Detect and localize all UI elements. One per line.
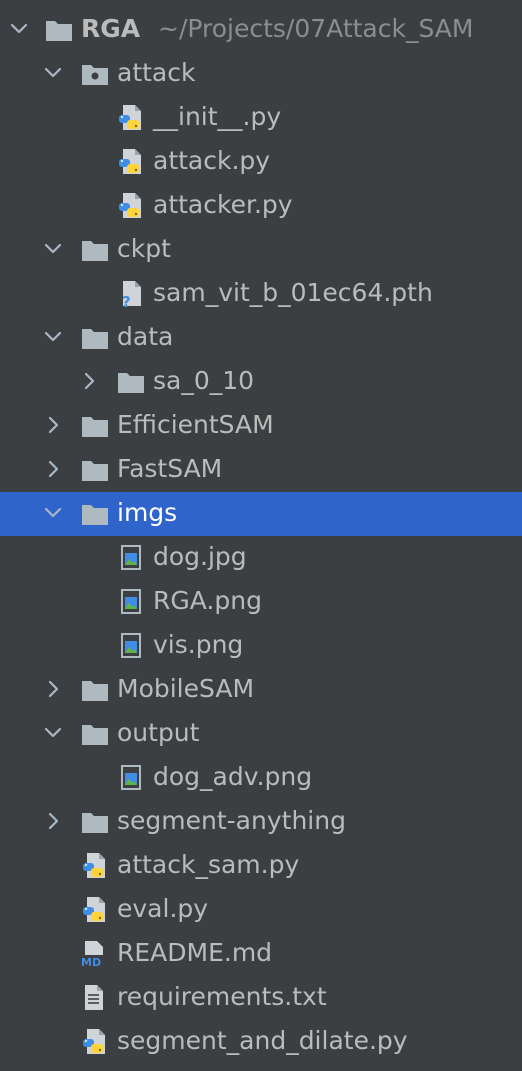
file-label: attacker.py	[153, 190, 293, 219]
tree-row-file[interactable]: eval.py	[0, 888, 522, 932]
tree-row-file[interactable]: requirements.txt	[0, 976, 522, 1020]
folder-icon	[80, 456, 110, 484]
folder-icon	[80, 412, 110, 440]
tree-row-file[interactable]: attack_sam.py	[0, 844, 522, 888]
chevron-down-icon[interactable]	[42, 62, 64, 84]
folder-icon	[80, 676, 110, 704]
folder-label: sa_0_10	[153, 366, 255, 395]
file-label: segment_and_dilate.py	[117, 1026, 408, 1055]
image-file-icon	[118, 544, 148, 572]
folder-label: imgs	[117, 498, 178, 527]
folder-icon	[44, 16, 74, 44]
chevron-down-icon[interactable]	[42, 502, 64, 524]
root-path: ~/Projects/07Attack_SAM	[158, 14, 474, 43]
tree-row-output[interactable]: output	[0, 712, 522, 756]
folder-label: MobileSAM	[117, 674, 255, 703]
tree-row-ckpt[interactable]: ckpt	[0, 228, 522, 272]
markdown-file-icon	[80, 940, 110, 968]
image-file-icon	[118, 632, 148, 660]
python-file-icon	[118, 192, 148, 220]
folder-label: segment-anything	[117, 806, 346, 835]
folder-label: output	[117, 718, 200, 747]
folder-label: EfficientSAM	[117, 410, 274, 439]
tree-row-attack[interactable]: attack	[0, 52, 522, 96]
tree-row-segment-anything[interactable]: segment-anything	[0, 800, 522, 844]
python-file-icon	[82, 1028, 112, 1056]
chevron-down-icon[interactable]	[42, 238, 64, 260]
file-label: __init__.py	[153, 102, 282, 131]
folder-label: ckpt	[117, 234, 171, 263]
file-label: requirements.txt	[117, 982, 327, 1011]
tree-row-file[interactable]: __init__.py	[0, 96, 522, 140]
tree-row-file[interactable]: README.md	[0, 932, 522, 976]
chevron-right-icon[interactable]	[42, 678, 64, 700]
chevron-right-icon[interactable]	[42, 458, 64, 480]
tree-row-efficientsam[interactable]: EfficientSAM	[0, 404, 522, 448]
image-file-icon	[118, 764, 148, 792]
chevron-down-icon[interactable]	[42, 326, 64, 348]
project-tree[interactable]: RGA ~/Projects/07Attack_SAM attack __ini…	[0, 8, 522, 1064]
tree-row-sa_0_10[interactable]: sa_0_10	[0, 360, 522, 404]
folder-icon	[80, 808, 110, 836]
file-label: sam_vit_b_01ec64.pth	[153, 278, 433, 307]
tree-row-file[interactable]: dog_adv.png	[0, 756, 522, 800]
image-file-icon	[118, 588, 148, 616]
root-name: RGA	[81, 14, 141, 43]
folder-icon	[80, 236, 110, 264]
python-file-icon	[82, 852, 112, 880]
file-label: RGA.png	[153, 586, 262, 615]
chevron-right-icon[interactable]	[42, 414, 64, 436]
file-label: eval.py	[117, 894, 209, 923]
tree-row-file[interactable]: sam_vit_b_01ec64.pth	[0, 272, 522, 316]
tree-row-data[interactable]: data	[0, 316, 522, 360]
folder-label: data	[117, 322, 174, 351]
tree-row-file[interactable]: segment_and_dilate.py	[0, 1020, 522, 1064]
tree-row-mobilesam[interactable]: MobileSAM	[0, 668, 522, 712]
file-label: vis.png	[153, 630, 244, 659]
folder-label: attack	[117, 58, 196, 87]
file-label: dog_adv.png	[153, 762, 313, 791]
unknown-file-icon	[118, 280, 148, 308]
tree-row-root[interactable]: RGA ~/Projects/07Attack_SAM	[0, 8, 522, 52]
python-file-icon	[82, 896, 112, 924]
tree-row-file[interactable]: dog.jpg	[0, 536, 522, 580]
folder-label: FastSAM	[117, 454, 223, 483]
tree-row-imgs[interactable]: imgs	[0, 492, 522, 536]
file-label: attack.py	[153, 146, 271, 175]
folder-icon	[80, 500, 110, 528]
chevron-right-icon[interactable]	[42, 810, 64, 832]
folder-icon	[80, 324, 110, 352]
folder-icon	[116, 368, 146, 396]
tree-row-fastsam[interactable]: FastSAM	[0, 448, 522, 492]
tree-row-file[interactable]: attack.py	[0, 140, 522, 184]
chevron-right-icon[interactable]	[78, 370, 100, 392]
file-label: dog.jpg	[153, 542, 247, 571]
folder-icon	[80, 720, 110, 748]
tree-row-file[interactable]: attacker.py	[0, 184, 522, 228]
file-label: attack_sam.py	[117, 850, 300, 879]
python-file-icon	[118, 148, 148, 176]
tree-row-file[interactable]: RGA.png	[0, 580, 522, 624]
package-folder-icon	[80, 60, 110, 88]
chevron-down-icon[interactable]	[8, 18, 30, 40]
tree-row-file[interactable]: vis.png	[0, 624, 522, 668]
text-file-icon	[80, 984, 110, 1012]
python-file-icon	[118, 104, 148, 132]
chevron-down-icon[interactable]	[42, 722, 64, 744]
file-label: README.md	[117, 938, 273, 967]
